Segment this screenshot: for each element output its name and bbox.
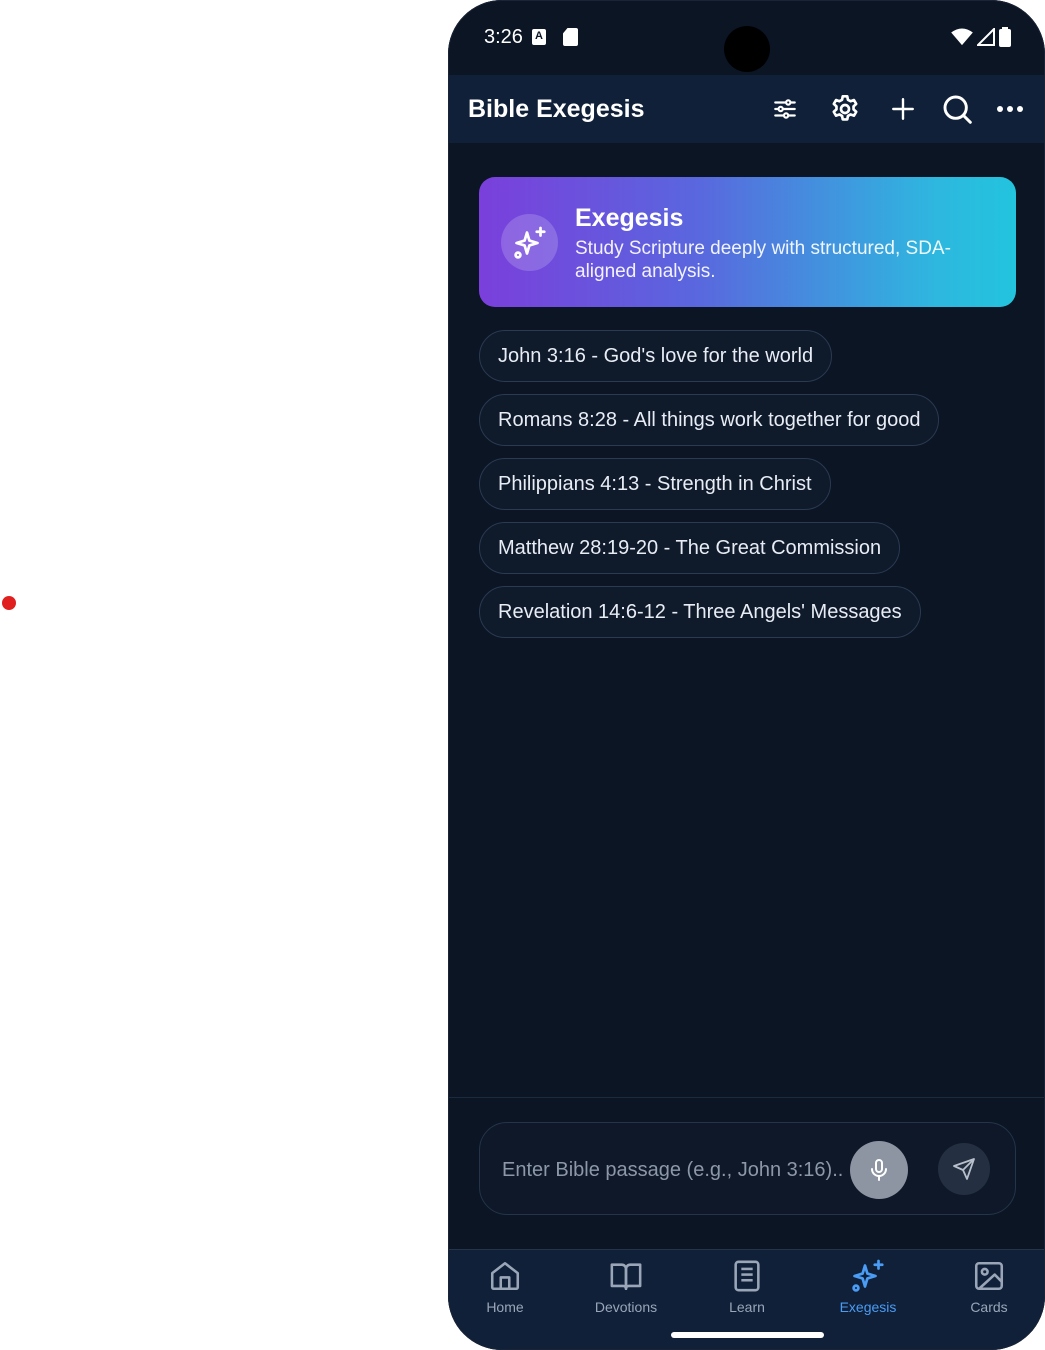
suggestion-chip[interactable]: Romans 8:28 - All things work together f… bbox=[479, 394, 940, 446]
status-bar: 3:26 bbox=[448, 0, 1045, 75]
book-open-icon bbox=[610, 1263, 642, 1291]
send-button[interactable] bbox=[938, 1143, 990, 1195]
nav-label-cards: Cards bbox=[970, 1299, 1008, 1315]
suggestion-chip[interactable]: Matthew 28:19-20 - The Great Commission bbox=[479, 522, 901, 574]
nav-label-learn: Learn bbox=[729, 1299, 765, 1315]
send-icon bbox=[953, 1158, 975, 1180]
filter-button[interactable] bbox=[765, 89, 805, 129]
passage-input[interactable] bbox=[502, 1153, 842, 1187]
page-title: Bible Exegesis bbox=[468, 95, 645, 123]
suggestion-chip[interactable]: Revelation 14:6-12 - Three Angels' Messa… bbox=[479, 586, 921, 638]
screen-canvas: 3:26 Bible Exegesis bbox=[0, 0, 1045, 1350]
suggestion-chip[interactable]: Philippians 4:13 - Strength in Christ bbox=[479, 458, 831, 510]
voice-input-button[interactable] bbox=[850, 1141, 908, 1199]
home-indicator[interactable] bbox=[671, 1332, 824, 1338]
hero-title: Exegesis bbox=[575, 204, 684, 232]
keyboard-notification-icon bbox=[532, 29, 546, 45]
search-icon bbox=[943, 95, 972, 124]
gear-icon bbox=[832, 95, 858, 121]
battery-icon bbox=[999, 27, 1011, 47]
phone-screen: 3:26 Bible Exegesis bbox=[448, 0, 1045, 1350]
cellular-signal-icon bbox=[977, 28, 995, 46]
sliders-icon bbox=[774, 99, 796, 119]
nav-label-exegesis: Exegesis bbox=[839, 1299, 897, 1315]
nav-item-cards[interactable]: Cards bbox=[934, 1258, 1044, 1322]
sd-card-icon bbox=[563, 28, 578, 46]
notebook-icon bbox=[734, 1260, 760, 1292]
passage-input-box bbox=[479, 1122, 1016, 1215]
status-indicators bbox=[951, 27, 1011, 47]
hero-icon-container bbox=[501, 214, 558, 271]
wifi-icon bbox=[951, 28, 973, 46]
microphone-icon bbox=[871, 1159, 887, 1181]
nav-label-devotions: Devotions bbox=[594, 1299, 658, 1315]
nav-item-home[interactable]: Home bbox=[450, 1258, 560, 1322]
nav-item-learn[interactable]: Learn bbox=[692, 1258, 802, 1322]
image-icon bbox=[974, 1261, 1004, 1291]
camera-cutout bbox=[724, 26, 770, 72]
add-button[interactable] bbox=[883, 89, 923, 129]
nav-item-exegesis[interactable]: Exegesis bbox=[813, 1258, 923, 1322]
hero-description: Study Scripture deeply with structured, … bbox=[575, 238, 951, 282]
plus-icon bbox=[892, 98, 914, 120]
nav-label-home: Home bbox=[486, 1299, 524, 1315]
app-bar: Bible Exegesis bbox=[448, 75, 1045, 143]
nav-item-devotions[interactable]: Devotions bbox=[571, 1258, 681, 1322]
settings-button[interactable] bbox=[825, 89, 865, 129]
exegesis-hero-card: Exegesis Study Scripture deeply with str… bbox=[479, 177, 1016, 307]
sparkles-icon bbox=[513, 226, 546, 259]
home-icon bbox=[490, 1261, 520, 1291]
suggestion-chip[interactable]: John 3:16 - God's love for the world bbox=[479, 330, 833, 382]
more-options-button[interactable] bbox=[990, 89, 1030, 129]
touch-indicator-dot bbox=[2, 596, 16, 610]
input-divider bbox=[448, 1097, 1045, 1098]
search-button[interactable] bbox=[937, 89, 977, 129]
status-time: 3:26 bbox=[484, 26, 523, 48]
more-icon bbox=[997, 106, 1023, 112]
sparkles-icon bbox=[852, 1259, 884, 1292]
